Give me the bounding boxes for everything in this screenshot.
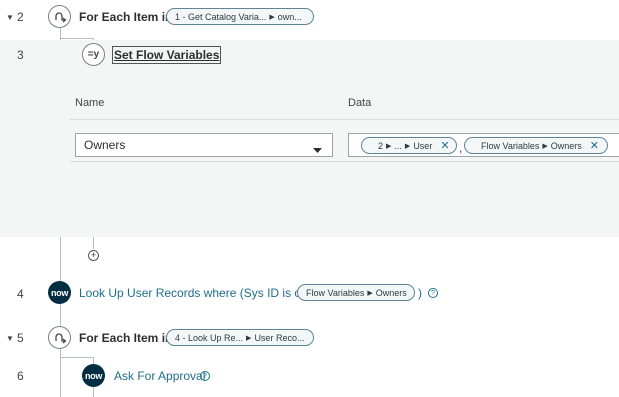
data-pill[interactable]: 2 ▶ ... ▶ User ✕	[361, 137, 457, 154]
action-label[interactable]: Ask For Approval	[114, 369, 205, 383]
data-column-header: Data	[348, 97, 372, 109]
pill-separator-icon: ▶	[367, 289, 373, 297]
connector-line	[60, 237, 61, 281]
help-symbol: ?	[203, 372, 207, 380]
set-variables-icon: =y	[82, 43, 105, 66]
plus-icon: +	[90, 250, 97, 260]
data-pill[interactable]: Flow Variables ▶ Owners	[297, 284, 415, 301]
pill-separator-icon: ▶	[542, 142, 548, 150]
connector-line	[93, 387, 94, 397]
for-each-icon	[48, 326, 71, 349]
pill-separator-icon: ▶	[269, 13, 275, 21]
for-each-icon	[48, 5, 71, 28]
data-pill[interactable]: 4 - Look Up Re... ▶ User Reco...	[166, 329, 314, 346]
pill-text: 4 - Look Up Re...	[175, 332, 244, 343]
data-pill[interactable]: 1 - Get Catalog Varia... ▶ own...	[166, 8, 314, 25]
name-column-header: Name	[75, 97, 105, 109]
pill-separator-icon: ▶	[386, 142, 392, 150]
help-symbol: ?	[431, 289, 435, 297]
help-icon[interactable]: ?	[200, 371, 210, 381]
pill-text: ...	[394, 140, 402, 151]
pill-text: 1 - Get Catalog Varia...	[175, 11, 267, 22]
connector-line	[93, 357, 94, 364]
set-variables-icon-text: =y	[87, 49, 100, 60]
pill-text: Flow Variables	[306, 287, 365, 298]
collapse-caret[interactable]: ▼	[6, 334, 14, 343]
pill-text: Flow Variables	[481, 140, 540, 151]
connector-line	[60, 304, 61, 326]
pill-text: Owners	[375, 287, 407, 298]
pill-text: User Reco...	[254, 332, 305, 343]
connector-line	[93, 237, 94, 249]
connector-line	[60, 357, 94, 358]
close-paren: )	[418, 286, 422, 300]
row-number: 5	[17, 331, 24, 345]
pill-text: own...	[277, 11, 302, 22]
row-number: 2	[17, 10, 24, 24]
for-each-label: For Each Item in	[79, 331, 173, 345]
remove-pill-icon[interactable]: ✕	[590, 139, 599, 152]
data-pill[interactable]: Flow Variables ▶ Owners ✕	[464, 137, 608, 154]
pill-separator-icon: ▶	[246, 334, 252, 342]
servicenow-logo-icon: now	[48, 281, 71, 304]
action-label[interactable]: Look Up User Records where (Sys ID is on…	[79, 286, 328, 300]
add-step-button[interactable]: +	[88, 250, 99, 261]
logo-text: now	[50, 287, 69, 298]
row-number: 6	[17, 369, 24, 383]
collapse-caret[interactable]: ▼	[6, 13, 14, 22]
row-number: 3	[17, 48, 24, 62]
for-each-label: For Each Item in	[79, 10, 173, 24]
pill-text: User	[413, 140, 433, 151]
pill-separator: ,	[459, 141, 463, 155]
pill-text: 2	[378, 140, 384, 151]
chevron-down-icon	[313, 143, 322, 157]
row-divider	[70, 161, 619, 162]
pill-text: Owners	[550, 140, 582, 151]
pill-separator-icon: ▶	[404, 142, 411, 150]
help-icon[interactable]: ?	[428, 288, 438, 298]
action-config-panel: 3 =y Set Flow Variables Name Data Owners…	[0, 40, 619, 237]
connector-line	[60, 38, 94, 39]
action-title[interactable]: Set Flow Variables	[111, 46, 222, 64]
row-number: 4	[17, 287, 24, 301]
servicenow-logo-icon: now	[82, 364, 105, 387]
logo-text: now	[84, 370, 103, 381]
select-value: Owners	[84, 138, 126, 152]
variable-name-select[interactable]: Owners	[75, 133, 333, 157]
remove-pill-icon[interactable]: ✕	[440, 139, 449, 152]
header-divider	[70, 119, 619, 120]
